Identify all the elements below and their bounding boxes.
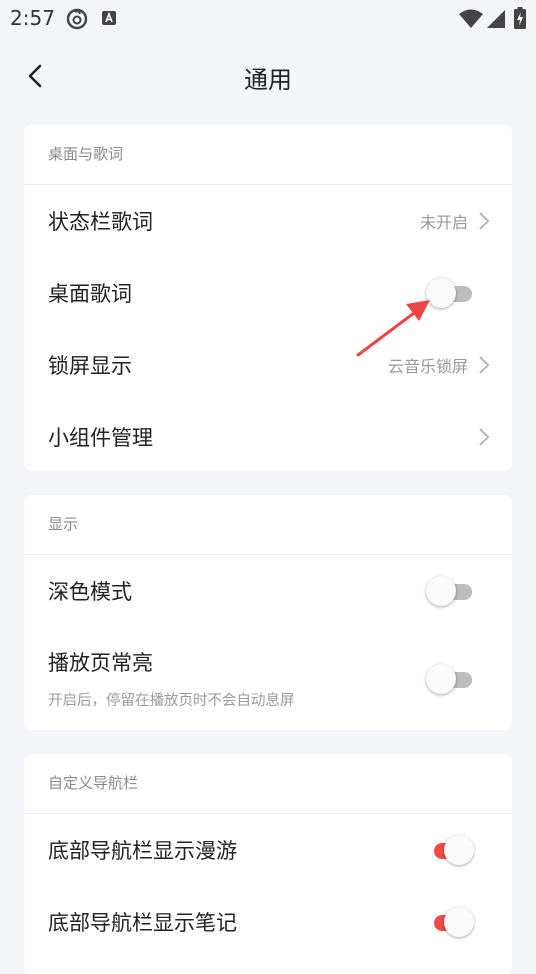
row-value: 云音乐锁屏 xyxy=(387,357,468,376)
row-label: 播放页常亮 xyxy=(48,651,153,675)
dark-mode-toggle[interactable] xyxy=(426,574,474,608)
desktop-lyrics-toggle[interactable] xyxy=(426,276,474,310)
row-value: 未开启 xyxy=(419,213,468,232)
dark-mode-row: 深色模式 xyxy=(24,555,512,627)
keep-screen-on-toggle[interactable] xyxy=(426,662,474,696)
row-label: 锁屏显示 xyxy=(48,354,132,378)
status-bar-lyrics-row[interactable]: 状态栏歌词 未开启 xyxy=(24,185,512,257)
row-label: 状态栏歌词 xyxy=(48,210,153,234)
title-bar: 通用 xyxy=(0,52,536,100)
status-bar: 2:57 xyxy=(0,0,536,36)
section-desktop-lyrics: 桌面与歌词 状态栏歌词 未开启 桌面歌词 锁屏显示 云音乐锁屏 小组件管理 xyxy=(24,125,512,471)
show-notes-toggle[interactable] xyxy=(426,905,474,939)
row-label: 桌面歌词 xyxy=(48,282,132,306)
widget-management-row[interactable]: 小组件管理 xyxy=(24,401,512,471)
desktop-lyrics-row: 桌面歌词 xyxy=(24,257,512,329)
show-notes-row: 底部导航栏显示笔记 xyxy=(24,886,512,958)
section-display: 显示 深色模式 播放页常亮 开启后，停留在播放页时不会自动息屏 xyxy=(24,495,512,730)
wifi-icon xyxy=(459,9,483,28)
row-label: 底部导航栏显示笔记 xyxy=(48,911,237,935)
section-header: 桌面与歌词 xyxy=(24,125,512,185)
chevron-right-icon xyxy=(479,428,490,446)
netease-cloud-music-icon xyxy=(66,8,88,30)
show-roaming-row: 底部导航栏显示漫游 xyxy=(24,814,512,886)
section-custom-navbar: 自定义导航栏 底部导航栏显示漫游 底部导航栏显示笔记 xyxy=(24,754,512,974)
row-label: 底部导航栏显示漫游 xyxy=(48,839,237,863)
row-subtitle: 开启后，停留在播放页时不会自动息屏 xyxy=(48,693,295,709)
chevron-right-icon xyxy=(479,212,490,230)
status-time: 2:57 xyxy=(10,6,55,30)
row-label: 深色模式 xyxy=(48,580,132,604)
lock-screen-display-row[interactable]: 锁屏显示 云音乐锁屏 xyxy=(24,329,512,401)
chevron-right-icon xyxy=(479,356,490,374)
keep-screen-on-row: 播放页常亮 开启后，停留在播放页时不会自动息屏 xyxy=(24,627,512,727)
cellular-signal-icon xyxy=(487,10,505,28)
row-label: 小组件管理 xyxy=(48,426,153,450)
section-header: 自定义导航栏 xyxy=(24,754,512,814)
battery-charging-icon xyxy=(514,7,526,29)
show-roaming-toggle[interactable] xyxy=(426,833,474,867)
section-header: 显示 xyxy=(24,495,512,555)
keyboard-a-icon xyxy=(102,11,116,25)
page-title: 通用 xyxy=(244,66,292,94)
